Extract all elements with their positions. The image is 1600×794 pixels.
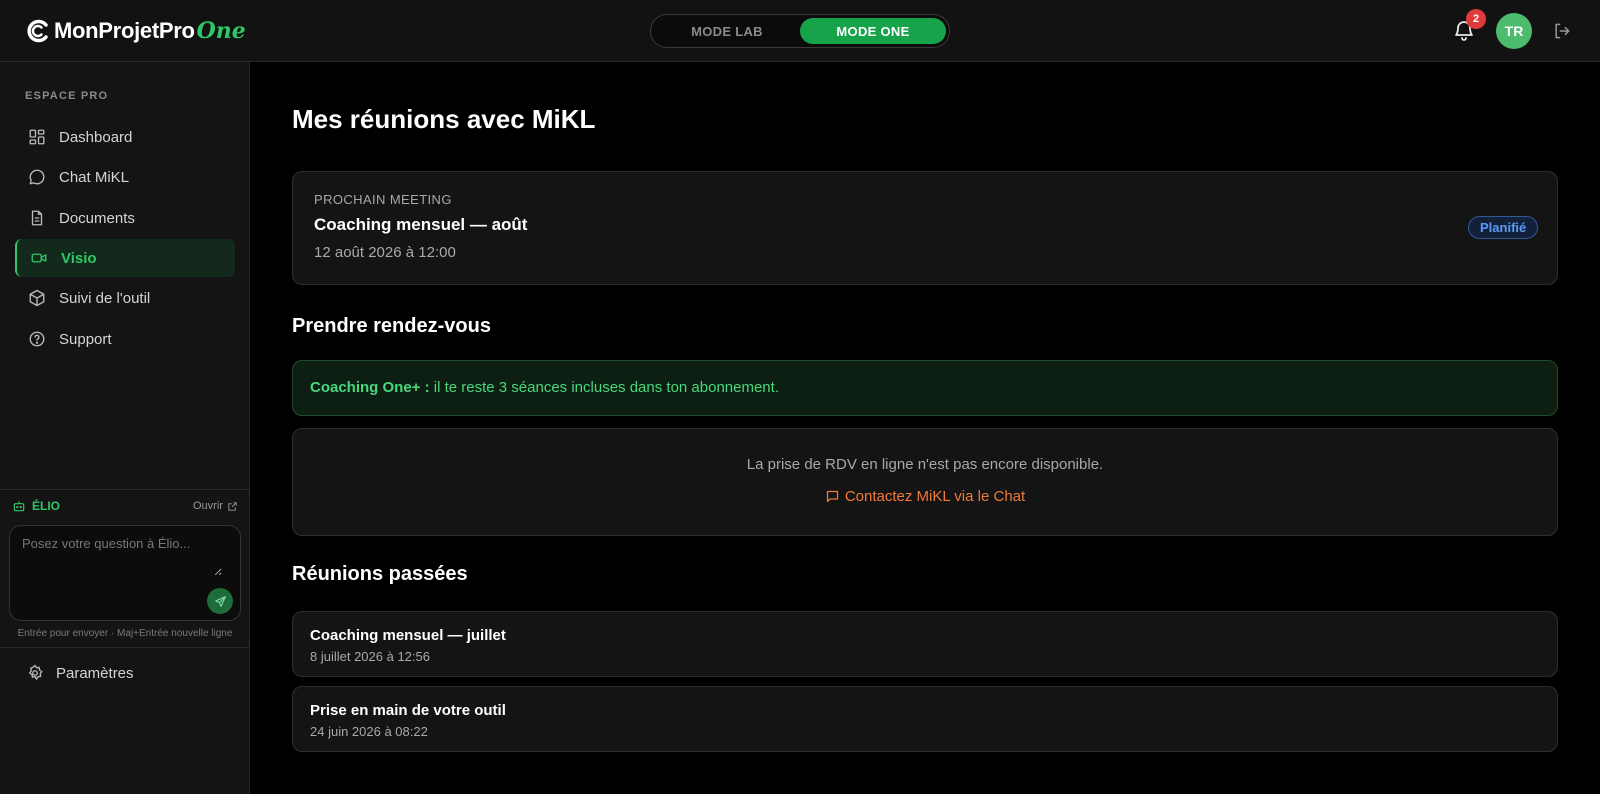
- video-icon: [31, 253, 47, 263]
- coaching-banner-bold: Coaching One+ :: [310, 379, 430, 396]
- divider: [0, 489, 250, 490]
- elio-open-label: Ouvrir: [193, 500, 223, 512]
- document-icon: [31, 210, 43, 226]
- past-meeting-item[interactable]: Coaching mensuel — juillet 8 juillet 202…: [292, 611, 1558, 677]
- next-meeting-title: Coaching mensuel — août: [314, 215, 528, 234]
- contact-chat-label: Contactez MiKL via le Chat: [844, 488, 1026, 505]
- past-meeting-title: Prise en main de votre outil: [310, 702, 506, 719]
- message-icon: [826, 490, 838, 503]
- notification-badge: 2: [1466, 9, 1486, 29]
- main-content: Mes réunions avec MiKL PROCHAIN MEETING …: [250, 62, 1600, 794]
- past-section-title: Réunions passées: [292, 563, 468, 585]
- sidebar: ESPACE PRO Dashboard Chat MiKL Documents…: [0, 62, 250, 794]
- elio-question-input[interactable]: [22, 536, 222, 576]
- booking-section-title: Prendre rendez-vous: [292, 315, 491, 337]
- sidebar-item-label: Chat MiKL: [59, 168, 130, 186]
- next-meeting-label: PROCHAIN MEETING: [314, 192, 452, 207]
- coaching-banner-text: Coaching One+ : il te reste 3 séances in…: [310, 379, 779, 396]
- sidebar-item-label: Documents: [59, 209, 135, 227]
- booking-card: La prise de RDV en ligne n'est pas encor…: [292, 428, 1558, 536]
- sidebar-item-label: Visio: [61, 249, 97, 267]
- brand-logo[interactable]: MonProjetPro One: [26, 16, 246, 46]
- mode-one-button[interactable]: MODE ONE: [800, 18, 946, 44]
- next-meeting-card: PROCHAIN MEETING Coaching mensuel — août…: [292, 171, 1558, 285]
- sidebar-item-chat[interactable]: Chat MiKL: [15, 158, 235, 196]
- cube-icon: [29, 289, 45, 307]
- sidebar-item-dashboard[interactable]: Dashboard: [15, 118, 235, 156]
- next-meeting-date: 12 août 2026 à 12:00: [314, 244, 456, 261]
- logout-icon[interactable]: [1552, 21, 1572, 41]
- external-link-icon: [228, 501, 237, 511]
- sidebar-item-label: Dashboard: [59, 128, 133, 146]
- contact-chat-link[interactable]: Contactez MiKL via le Chat: [293, 488, 1557, 505]
- help-icon: [29, 331, 45, 347]
- mode-switch: MODE LAB MODE ONE: [650, 14, 950, 48]
- settings-link[interactable]: Paramètres: [26, 664, 134, 682]
- elio-label: ÉLIO: [32, 499, 61, 513]
- mode-lab-button[interactable]: MODE LAB: [654, 18, 800, 44]
- chat-icon: [29, 169, 45, 185]
- brand-logo-icon: [27, 19, 48, 43]
- booking-unavailable-text: La prise de RDV en ligne n'est pas encor…: [746, 456, 1104, 473]
- elio-chat-box: [9, 525, 241, 621]
- elio-header: ÉLIO: [12, 499, 60, 513]
- sidebar-item-suivi[interactable]: Suivi de l'outil: [15, 279, 235, 317]
- gear-icon: [28, 664, 43, 681]
- sidebar-item-documents[interactable]: Documents: [15, 199, 235, 237]
- status-badge: Planifié: [1468, 216, 1539, 239]
- settings-label: Paramètres: [56, 664, 134, 682]
- coaching-banner-message: il te reste 3 séances incluses dans ton …: [429, 379, 779, 396]
- elio-open-link[interactable]: Ouvrir: [193, 500, 238, 512]
- send-icon: [214, 595, 226, 607]
- elio-hint: Entrée pour envoyer · Maj+Entrée nouvell…: [17, 628, 233, 639]
- past-meeting-date: 24 juin 2026 à 08:22: [310, 724, 428, 739]
- brand-suffix: One: [196, 18, 246, 44]
- dashboard-icon: [29, 129, 45, 145]
- brand-name: MonProjetPro: [54, 18, 195, 43]
- page-title: Mes réunions avec MiKL: [292, 104, 596, 134]
- past-meeting-title: Coaching mensuel — juillet: [310, 627, 506, 644]
- coaching-banner: Coaching One+ : il te reste 3 séances in…: [292, 360, 1558, 416]
- avatar[interactable]: TR: [1496, 13, 1532, 49]
- top-bar: MonProjetPro One MODE LAB MODE ONE 2 TR: [0, 0, 1600, 62]
- sidebar-item-label: Support: [59, 330, 112, 348]
- past-meeting-date: 8 juillet 2026 à 12:56: [310, 649, 430, 664]
- sidebar-item-support[interactable]: Support: [15, 320, 235, 358]
- sidebar-section-label: ESPACE PRO: [25, 90, 109, 102]
- elio-send-button[interactable]: [207, 588, 233, 614]
- sidebar-item-label: Suivi de l'outil: [59, 289, 151, 307]
- past-meeting-item[interactable]: Prise en main de votre outil 24 juin 202…: [292, 686, 1558, 752]
- sidebar-item-visio[interactable]: Visio: [15, 239, 235, 277]
- bot-icon: [13, 501, 25, 512]
- divider: [0, 647, 250, 648]
